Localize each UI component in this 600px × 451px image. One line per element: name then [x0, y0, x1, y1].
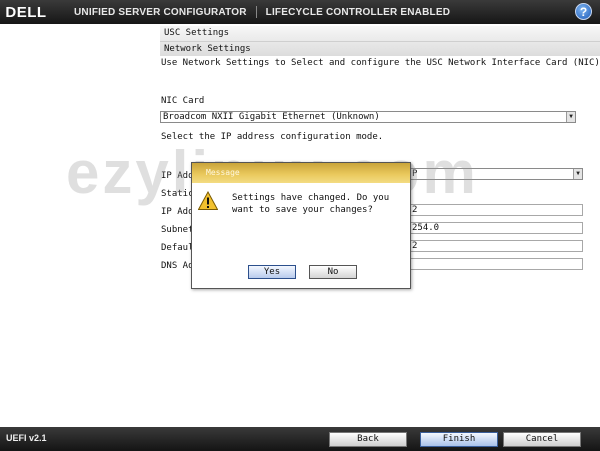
chevron-down-icon[interactable]: ▼ — [573, 169, 582, 179]
app-title: UNIFIED SERVER CONFIGURATOR — [74, 6, 247, 18]
app-subtitle: LIFECYCLE CONTROLLER ENABLED — [265, 6, 451, 18]
dialog-message: Settings have changed. Do you want to sa… — [232, 193, 390, 215]
finish-button[interactable]: Finish — [420, 432, 498, 447]
no-button[interactable]: No — [309, 265, 357, 279]
default-gateway-input[interactable]: 2 — [410, 240, 583, 252]
chevron-down-icon[interactable]: ▼ — [566, 112, 575, 122]
save-changes-dialog: Message Settings have changed. Do you wa… — [191, 162, 411, 289]
subnet-mask-input[interactable]: 254.0 — [410, 222, 583, 234]
yes-button[interactable]: Yes — [248, 265, 296, 279]
breadcrumb: USC Settings Network Settings — [160, 26, 600, 56]
cancel-button[interactable]: Cancel — [503, 432, 581, 447]
nic-card-select[interactable]: Broadcom NXII Gigabit Ethernet (Unknown)… — [160, 111, 576, 123]
warning-icon — [198, 191, 218, 210]
dell-logo: DELL — [5, 3, 47, 21]
back-button[interactable]: Back — [329, 432, 407, 447]
footer-bar: UEFI v2.1 Back Finish Cancel — [0, 427, 600, 451]
nic-card-label: NIC Card — [161, 96, 205, 106]
breadcrumb-usc-settings[interactable]: USC Settings — [160, 26, 600, 41]
help-icon[interactable]: ? — [575, 3, 592, 20]
uefi-version: UEFI v2.1 — [6, 433, 47, 443]
app-header: DELL UNIFIED SERVER CONFIGURATOR LIFECYC… — [0, 0, 600, 24]
page-description: Use Network Settings to Select and confi… — [161, 58, 600, 68]
dns-address-input[interactable] — [410, 258, 583, 270]
breadcrumb-network-settings: Network Settings — [160, 41, 600, 56]
dialog-title: Message — [192, 163, 410, 183]
subnet-mask-label: Subnet — [161, 225, 194, 235]
nic-card-value: Broadcom NXII Gigabit Ethernet (Unknown) — [163, 112, 380, 122]
title-divider — [255, 6, 257, 18]
